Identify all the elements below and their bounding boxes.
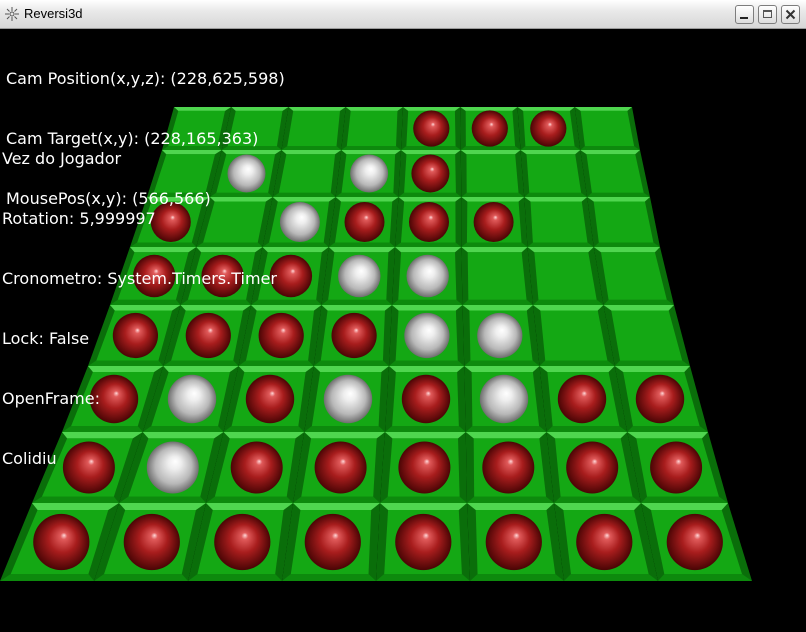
turn-text: Vez do Jogador	[2, 149, 122, 168]
red-piece[interactable]	[214, 513, 271, 571]
white-piece[interactable]	[406, 254, 449, 298]
board-cell[interactable]	[580, 150, 650, 197]
lock-text: Lock: False	[2, 329, 90, 348]
game-status: Vez do Jogador Rotation: 5,999997 Cronom…	[2, 109, 277, 509]
red-piece[interactable]	[473, 202, 514, 242]
red-piece[interactable]	[471, 110, 508, 147]
board-cell[interactable]	[593, 247, 674, 305]
white-piece[interactable]	[338, 254, 381, 298]
board-cell[interactable]	[524, 197, 594, 247]
red-piece[interactable]	[485, 513, 542, 571]
red-piece[interactable]	[650, 441, 703, 494]
white-piece[interactable]	[279, 202, 320, 242]
board-cell[interactable]	[527, 247, 604, 305]
red-piece[interactable]	[557, 374, 607, 424]
close-icon	[785, 9, 796, 20]
board-cell[interactable]	[460, 150, 525, 197]
game-viewport[interactable]: Cam Position(x,y,z): (228,625,598) Cam T…	[0, 29, 806, 632]
red-piece[interactable]	[344, 202, 385, 242]
red-piece[interactable]	[530, 110, 567, 147]
red-piece[interactable]	[331, 312, 377, 359]
close-button[interactable]	[781, 5, 800, 24]
red-piece[interactable]	[398, 441, 451, 494]
red-piece[interactable]	[304, 513, 361, 571]
board-cell[interactable]	[341, 107, 403, 150]
cronometro-text: Cronometro: System.Timers.Timer	[2, 269, 277, 288]
red-piece[interactable]	[566, 441, 619, 494]
red-piece[interactable]	[576, 513, 633, 571]
white-piece[interactable]	[350, 154, 389, 193]
red-piece[interactable]	[314, 441, 367, 494]
white-piece[interactable]	[477, 312, 523, 359]
red-piece[interactable]	[413, 110, 450, 147]
white-piece[interactable]	[404, 312, 450, 359]
red-piece[interactable]	[395, 513, 452, 571]
board-cell[interactable]	[533, 305, 615, 366]
minimize-icon	[740, 17, 748, 19]
maximize-icon	[763, 10, 772, 18]
red-piece[interactable]	[666, 513, 723, 571]
board-cell[interactable]	[603, 305, 691, 366]
game-window: Reversi3d Cam Position(x,y,z): (228,625,…	[0, 0, 806, 632]
rotation-text: Rotation: 5,999997	[2, 209, 156, 228]
white-piece[interactable]	[479, 374, 529, 424]
cam-position-text: Cam Position(x,y,z): (228,625,598)	[6, 69, 285, 88]
red-piece[interactable]	[123, 513, 180, 571]
board-cell[interactable]	[520, 150, 588, 197]
board-cell[interactable]	[461, 247, 533, 305]
red-piece[interactable]	[482, 441, 535, 494]
white-piece[interactable]	[323, 374, 373, 424]
title-bar[interactable]: Reversi3d	[0, 0, 806, 29]
minimize-button[interactable]	[735, 5, 754, 24]
red-piece[interactable]	[33, 513, 90, 571]
red-piece[interactable]	[409, 202, 449, 242]
red-piece[interactable]	[401, 374, 451, 424]
red-piece[interactable]	[411, 154, 450, 193]
red-piece[interactable]	[635, 374, 685, 424]
open-frame-text: OpenFrame:	[2, 389, 100, 408]
maximize-button[interactable]	[758, 5, 777, 24]
app-icon	[5, 7, 19, 21]
board-cell[interactable]	[587, 197, 660, 247]
board-cell[interactable]	[574, 107, 640, 150]
board-cell[interactable]	[281, 107, 346, 150]
collision-text: Colidiu	[2, 449, 57, 468]
window-title: Reversi3d	[24, 6, 83, 21]
